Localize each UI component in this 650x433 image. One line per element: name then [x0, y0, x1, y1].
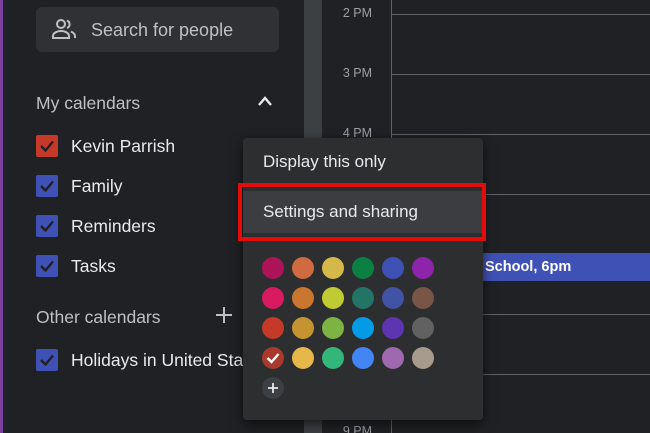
checkbox-checked[interactable]	[36, 215, 58, 237]
calendar-item-label: Kevin Parrish	[71, 135, 176, 156]
color-swatch[interactable]	[322, 257, 344, 279]
color-swatch[interactable]	[412, 317, 434, 339]
color-swatch[interactable]	[322, 347, 344, 369]
color-swatch[interactable]	[262, 257, 284, 279]
event-title: School, 6pm	[485, 259, 572, 275]
add-calendar-icon[interactable]	[214, 305, 234, 325]
color-swatch[interactable]	[412, 257, 434, 279]
color-swatch[interactable]	[292, 347, 314, 369]
calendar-event[interactable]: School, 6pm	[480, 253, 650, 281]
color-swatch[interactable]	[352, 287, 374, 309]
color-swatch[interactable]	[382, 347, 404, 369]
color-swatch[interactable]	[322, 317, 344, 339]
my-calendars-heading: My calendars	[36, 93, 141, 113]
checkbox-checked[interactable]	[36, 135, 58, 157]
check-icon	[40, 140, 54, 153]
check-icon	[40, 260, 54, 273]
check-icon	[40, 180, 54, 193]
time-label: 9 PM	[342, 424, 372, 433]
grid-hour-line	[391, 14, 650, 15]
color-swatch[interactable]	[382, 257, 404, 279]
color-swatch[interactable]	[292, 317, 314, 339]
color-swatch[interactable]	[352, 347, 374, 369]
checkbox-checked[interactable]	[36, 175, 58, 197]
grid-hour-line	[391, 134, 650, 135]
grid-hour-line	[391, 74, 650, 75]
color-swatch[interactable]	[292, 257, 314, 279]
calendar-item-label: Family	[71, 175, 123, 196]
color-swatch[interactable]	[412, 347, 434, 369]
checkbox-checked[interactable]	[36, 255, 58, 277]
color-swatch[interactable]	[352, 257, 374, 279]
color-swatch[interactable]	[322, 287, 344, 309]
time-label: 2 PM	[342, 6, 372, 20]
color-swatch[interactable]	[262, 287, 284, 309]
color-swatch-selected[interactable]	[262, 347, 284, 369]
other-calendars-heading: Other calendars	[36, 307, 161, 327]
plus-icon	[268, 383, 278, 393]
check-icon	[266, 353, 280, 364]
calendar-item-label: Holidays in United States	[71, 349, 267, 370]
check-icon	[40, 354, 54, 367]
highlight-box	[238, 183, 486, 241]
left-edge-accent	[0, 0, 3, 433]
search-people-placeholder: Search for people	[91, 20, 234, 40]
add-custom-color-button[interactable]	[262, 377, 284, 399]
menu-item-label: Display this only	[263, 152, 386, 171]
color-swatch[interactable]	[262, 317, 284, 339]
calendar-item-label: Reminders	[71, 215, 156, 236]
color-swatch[interactable]	[382, 317, 404, 339]
color-swatch[interactable]	[352, 317, 374, 339]
color-swatch[interactable]	[412, 287, 434, 309]
calendar-item-label: Tasks	[71, 255, 116, 276]
search-people-input[interactable]: Search for people	[36, 7, 279, 52]
time-label: 3 PM	[342, 66, 372, 80]
color-swatch[interactable]	[382, 287, 404, 309]
display-this-only-item[interactable]: Display this only	[243, 141, 483, 183]
color-swatch[interactable]	[292, 287, 314, 309]
chevron-up-icon[interactable]	[256, 94, 274, 108]
people-icon	[52, 19, 76, 39]
checkbox-checked[interactable]	[36, 349, 58, 371]
calendar-options-menu: Display this only Settings and sharing	[243, 138, 483, 420]
check-icon	[40, 220, 54, 233]
